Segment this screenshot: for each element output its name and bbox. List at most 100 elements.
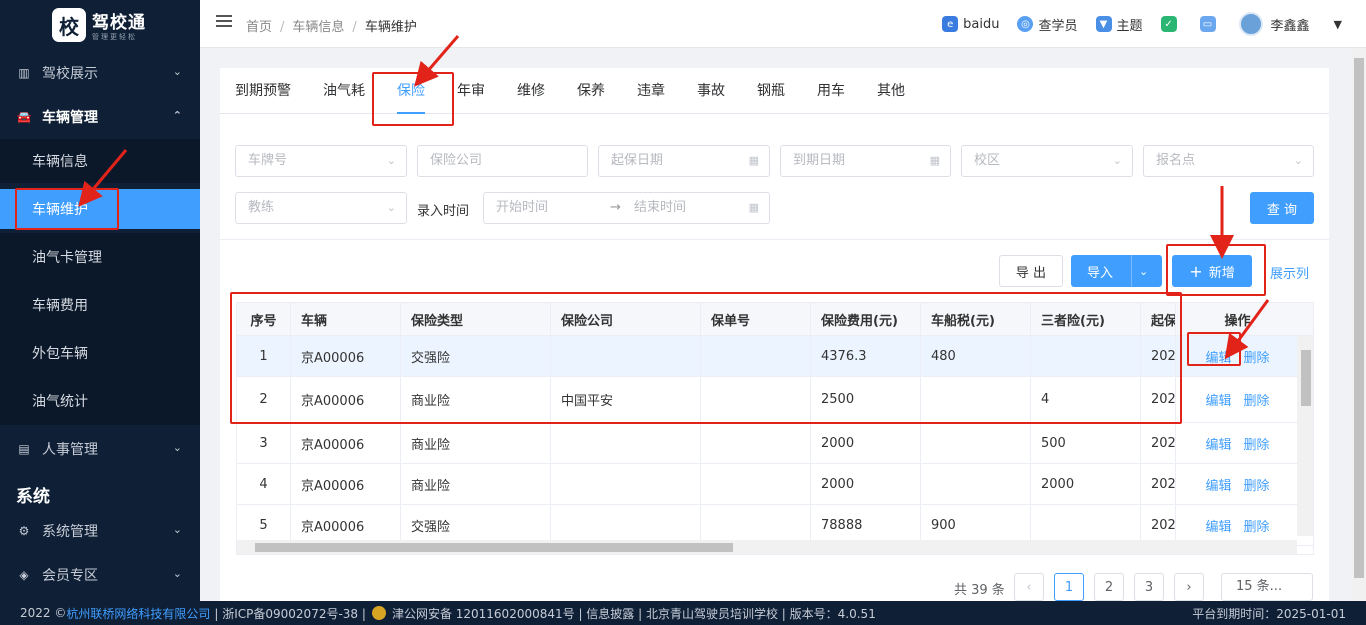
menu-fold-icon[interactable]	[216, 15, 232, 29]
theme-link[interactable]: ▼ 主题	[1095, 15, 1143, 34]
menu-vehicle-management[interactable]: 🚘 车辆管理 ⌃	[0, 95, 200, 139]
tab-fuel[interactable]: 油气耗	[323, 68, 365, 114]
sidebar-item-fuel-card[interactable]: 油气卡管理	[0, 233, 200, 281]
delete-link[interactable]: 删除	[1244, 516, 1270, 535]
delete-link[interactable]: 删除	[1244, 475, 1270, 494]
menu-system-management[interactable]: ⚙ 系统管理 ⌄	[0, 509, 200, 553]
page-2[interactable]: 2	[1094, 573, 1124, 601]
edit-link[interactable]: 编辑	[1205, 434, 1231, 453]
footer-icp[interactable]: | 浙ICP备09002072号-38 |	[214, 605, 366, 622]
entry-time-label: 录入时间	[417, 204, 470, 219]
cell-vehicle: 京A00006	[291, 505, 401, 545]
tab-expiry-warning[interactable]: 到期预警	[235, 68, 291, 114]
tab-cylinder[interactable]: 钢瓶	[757, 68, 785, 114]
campus-select[interactable]: 校区 ⌄	[961, 145, 1133, 177]
calendar-icon: ▦	[929, 154, 940, 167]
enroll-point-select[interactable]: 报名点 ⌄	[1143, 145, 1314, 177]
page-scrollbar[interactable]	[1352, 48, 1366, 601]
chevron-down-icon[interactable]: ⌄	[1139, 265, 1148, 278]
coach-placeholder: 教练	[248, 200, 275, 215]
search-student-label: 查学员	[1038, 18, 1078, 34]
page-size-select[interactable]: 15 条...	[1221, 573, 1313, 601]
ie-icon: e	[942, 16, 959, 32]
cell-tax	[921, 464, 1031, 504]
chevron-down-icon: ⌄	[1293, 154, 1303, 167]
show-columns-link[interactable]: 展示列	[1270, 263, 1309, 282]
cell-company	[551, 464, 701, 504]
security-button[interactable]: ✓	[1160, 16, 1182, 32]
sidebar-item-vehicle-cost[interactable]: 车辆费用	[0, 281, 200, 329]
campus-placeholder: 校区	[974, 153, 1001, 168]
company-placeholder: 保险公司	[430, 153, 483, 168]
scroll-thumb[interactable]	[255, 543, 733, 552]
breadcrumb-vehicle-info[interactable]: 车辆信息	[292, 20, 344, 35]
edit-link[interactable]: 编辑	[1205, 516, 1231, 535]
import-button[interactable]: 导入 ⌄	[1071, 255, 1162, 287]
plate-select[interactable]: 车牌号 ⌄	[235, 145, 407, 177]
monitor-icon: ▭	[1199, 16, 1216, 32]
cell-policy	[701, 464, 811, 504]
edit-link[interactable]: 编辑	[1205, 390, 1231, 409]
tab-maintenance[interactable]: 保养	[577, 68, 605, 114]
tab-accident[interactable]: 事故	[697, 68, 725, 114]
table-row[interactable]: 3 京A00006 商业险 2000 500 2021 编辑 删除	[237, 423, 1313, 464]
tab-other[interactable]: 其他	[877, 68, 905, 114]
search-student-link[interactable]: ◎ 查学员	[1017, 15, 1078, 34]
tab-repair[interactable]: 维修	[517, 68, 545, 114]
sidebar-item-fuel-stats[interactable]: 油气统计	[0, 377, 200, 425]
delete-link[interactable]: 删除	[1244, 390, 1270, 409]
page-3[interactable]: 3	[1134, 573, 1164, 601]
delete-link[interactable]: 删除	[1244, 434, 1270, 453]
scroll-thumb[interactable]	[1354, 58, 1364, 578]
breadcrumb-home[interactable]: 首页	[246, 20, 272, 35]
delete-link[interactable]: 删除	[1244, 347, 1270, 366]
table-horizontal-scrollbar[interactable]	[237, 540, 1297, 554]
calendar-icon: ▦	[748, 201, 759, 214]
chevron-left-icon: ‹	[1026, 579, 1032, 595]
edit-link[interactable]: 编辑	[1205, 475, 1231, 494]
cell-actions: 编辑 删除	[1175, 377, 1299, 422]
menu-school-display[interactable]: ▥ 驾校展示 ⌄	[0, 51, 200, 95]
menu-label: 会员专区	[42, 568, 98, 584]
cell-vehicle: 京A00006	[291, 423, 401, 463]
cell-third: 500	[1031, 423, 1141, 463]
menu-member-zone[interactable]: ◈ 会员专区 ⌄	[0, 553, 200, 597]
insurance-company-input[interactable]: 保险公司	[417, 145, 588, 177]
start-date-picker[interactable]: 起保日期 ▦	[598, 145, 770, 177]
scroll-thumb[interactable]	[1301, 350, 1311, 406]
page-1[interactable]: 1	[1054, 573, 1084, 601]
tab-vehicle-use[interactable]: 用车	[817, 68, 845, 114]
sidebar-item-outsourced-vehicle[interactable]: 外包车辆	[0, 329, 200, 377]
coach-select[interactable]: 教练 ⌄	[235, 192, 407, 224]
user-menu[interactable]: 李鑫鑫 ▼	[1238, 12, 1342, 36]
entry-time-range[interactable]: 开始时间 → 结束时间 ▦	[483, 192, 770, 224]
menu-label: 人事管理	[42, 442, 98, 458]
menu-hr-management[interactable]: ▤ 人事管理 ⌄	[0, 427, 200, 471]
divider	[220, 239, 1329, 240]
footer-company-link[interactable]: 杭州联桥网络科技有限公司	[66, 605, 210, 622]
sidebar-item-vehicle-info[interactable]: 车辆信息	[0, 139, 200, 183]
monitor-button[interactable]: ▭	[1199, 16, 1221, 32]
cell-company	[551, 423, 701, 463]
baidu-link[interactable]: e baidu	[942, 16, 999, 32]
cell-type: 商业险	[401, 423, 551, 463]
table-vertical-scrollbar[interactable]	[1297, 336, 1313, 536]
tab-annual-review[interactable]: 年审	[457, 68, 485, 114]
menu-label: 车辆管理	[42, 110, 98, 126]
topbar: 首页 / 车辆信息 / 车辆维护 e baidu ◎ 查学员 ▼ 主题 ✓ ▭ 李鑫鑫 …	[200, 0, 1366, 48]
cell-third	[1031, 505, 1141, 545]
car-icon: 🚘	[16, 110, 32, 124]
query-button[interactable]: 查 询	[1250, 192, 1314, 224]
logo-title: 驾校通	[92, 13, 146, 33]
avatar	[1238, 12, 1263, 36]
table-row[interactable]: 4 京A00006 商业险 2000 2000 2021 编辑 删除	[237, 464, 1313, 505]
chevron-down-icon: ⌄	[172, 65, 182, 78]
footer-expiry: 平台到期时间：2025-01-01	[1192, 607, 1346, 621]
next-page-button[interactable]: ›	[1174, 573, 1204, 601]
chevron-up-icon: ⌃	[172, 109, 182, 122]
tab-violation[interactable]: 违章	[637, 68, 665, 114]
end-date-picker[interactable]: 到期日期 ▦	[780, 145, 951, 177]
range-end-placeholder: 结束时间	[634, 200, 687, 215]
prev-page-button[interactable]: ‹	[1014, 573, 1044, 601]
export-button[interactable]: 导 出	[999, 255, 1063, 287]
